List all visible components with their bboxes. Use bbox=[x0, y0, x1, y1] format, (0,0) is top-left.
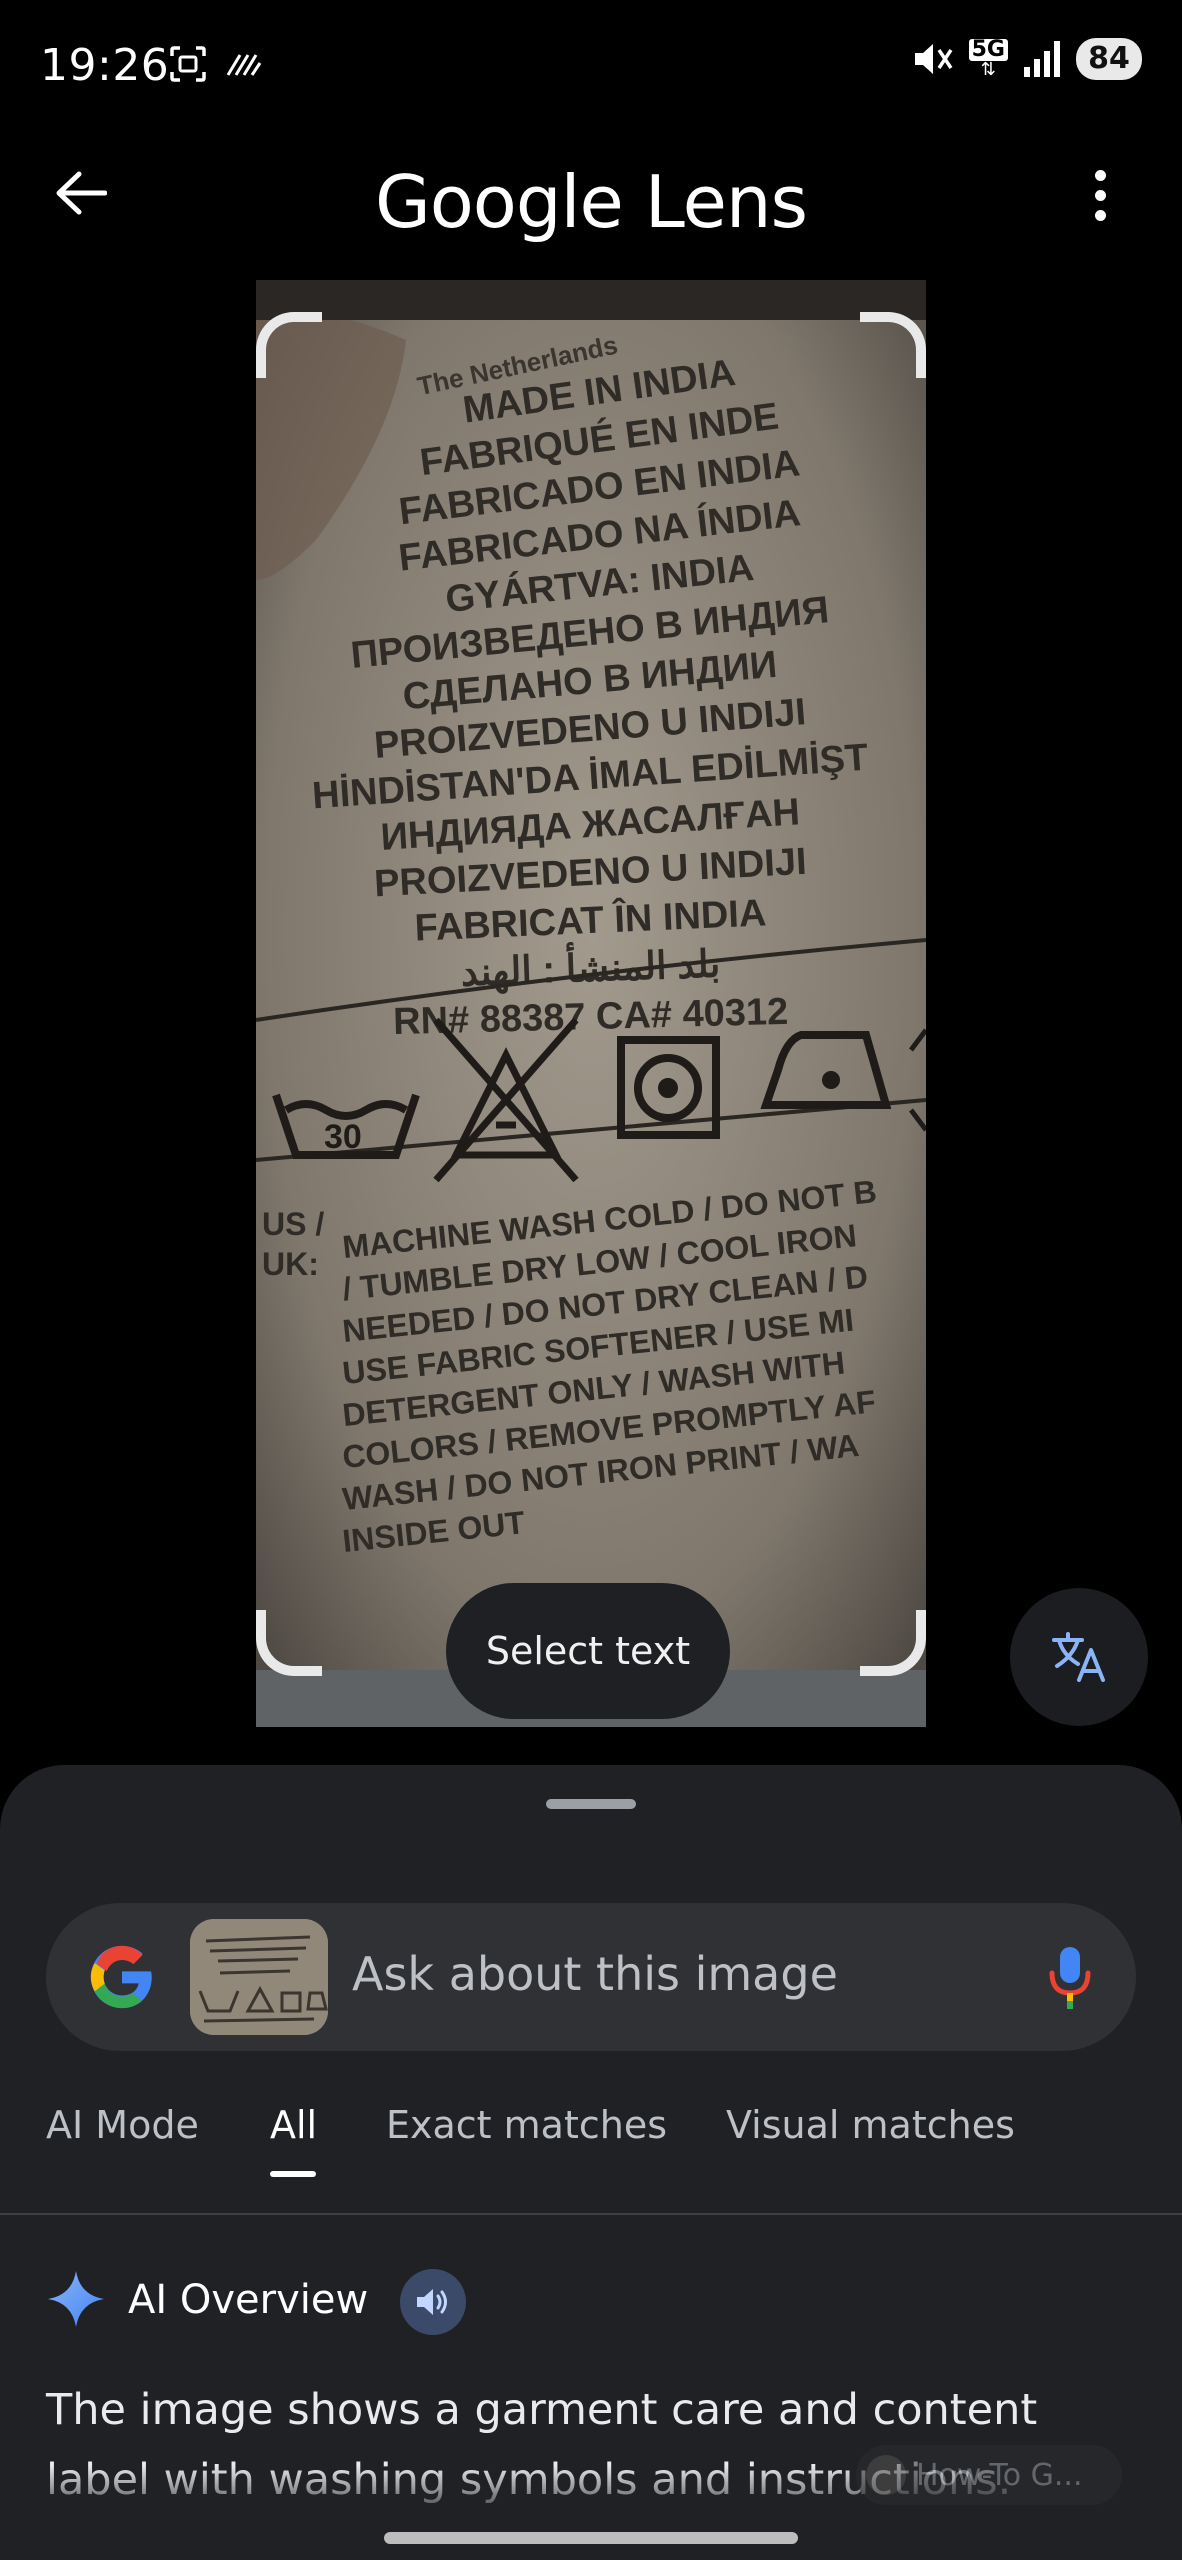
thumbnail-image bbox=[190, 1919, 328, 2035]
dot bbox=[1094, 169, 1106, 181]
search-input[interactable]: Ask about this image bbox=[352, 1947, 838, 2001]
more-options-button[interactable] bbox=[1078, 162, 1122, 228]
status-left-icons bbox=[168, 44, 262, 84]
care-prefix: UK: bbox=[262, 1246, 319, 1282]
app-title: Google Lens bbox=[374, 160, 808, 244]
screenshot-icon bbox=[170, 46, 206, 82]
tab-ai-mode[interactable]: AI Mode bbox=[46, 2103, 199, 2147]
select-text-button[interactable]: Select text bbox=[446, 1583, 730, 1719]
tab-exact-matches[interactable]: Exact matches bbox=[386, 2103, 667, 2147]
mute-icon bbox=[914, 44, 953, 74]
tab-all[interactable]: All bbox=[270, 2103, 317, 2147]
image-thumbnail[interactable] bbox=[190, 1919, 328, 2035]
signal-icon bbox=[1024, 41, 1060, 77]
translate-button[interactable] bbox=[1010, 1588, 1148, 1726]
status-time: 19:26 bbox=[40, 40, 170, 91]
active-tab-indicator bbox=[270, 2171, 316, 2177]
status-bar: 19:26 5G ⇅ 84 bbox=[0, 0, 1182, 130]
tab-visual-matches[interactable]: Visual matches bbox=[726, 2103, 1015, 2147]
gesture-nav-bar[interactable] bbox=[384, 2532, 798, 2544]
source-favicon-icon bbox=[866, 2455, 906, 2495]
listen-button[interactable] bbox=[400, 2269, 466, 2335]
google-g-icon bbox=[90, 1945, 152, 2009]
nfc-stripes-icon bbox=[226, 54, 262, 76]
search-box[interactable]: Ask about this image bbox=[46, 1903, 1136, 2051]
dot bbox=[1094, 209, 1106, 221]
network-5g-icon: 5G ⇅ bbox=[968, 39, 1008, 79]
captured-image[interactable]: The Netherlands MADE IN INDIA FABRIQUÉ EN… bbox=[256, 280, 926, 1727]
ai-overview-title: AI Overview bbox=[128, 2277, 369, 2323]
results-sheet[interactable]: Ask about this image AI Mode All Exact m… bbox=[0, 1765, 1182, 2560]
dot bbox=[1094, 189, 1106, 201]
sheet-drag-handle[interactable] bbox=[546, 1799, 636, 1809]
care-prefix: US / bbox=[262, 1206, 324, 1242]
status-right-icons: 5G ⇅ 84 bbox=[911, 38, 1142, 80]
microphone-icon[interactable] bbox=[1046, 1945, 1094, 2011]
sparkle-icon bbox=[48, 2271, 104, 2327]
wash-temp-label: 30 bbox=[324, 1118, 362, 1156]
speaker-icon bbox=[417, 2289, 447, 2315]
label-photo: The Netherlands MADE IN INDIAFABRIQUÉ EN… bbox=[256, 280, 926, 1727]
results-tabs: AI Mode All Exact matches Visual matches bbox=[0, 2103, 1182, 2181]
translate-icon bbox=[1052, 1632, 1105, 1682]
network-label: 5G bbox=[968, 39, 1008, 61]
source-chip[interactable]: How-To G... bbox=[856, 2445, 1122, 2505]
source-label: How-To G... bbox=[916, 2457, 1083, 2493]
battery-indicator: 84 bbox=[1076, 38, 1142, 80]
ai-overview-header: AI Overview bbox=[46, 2265, 646, 2335]
tabs-divider bbox=[0, 2213, 1182, 2215]
